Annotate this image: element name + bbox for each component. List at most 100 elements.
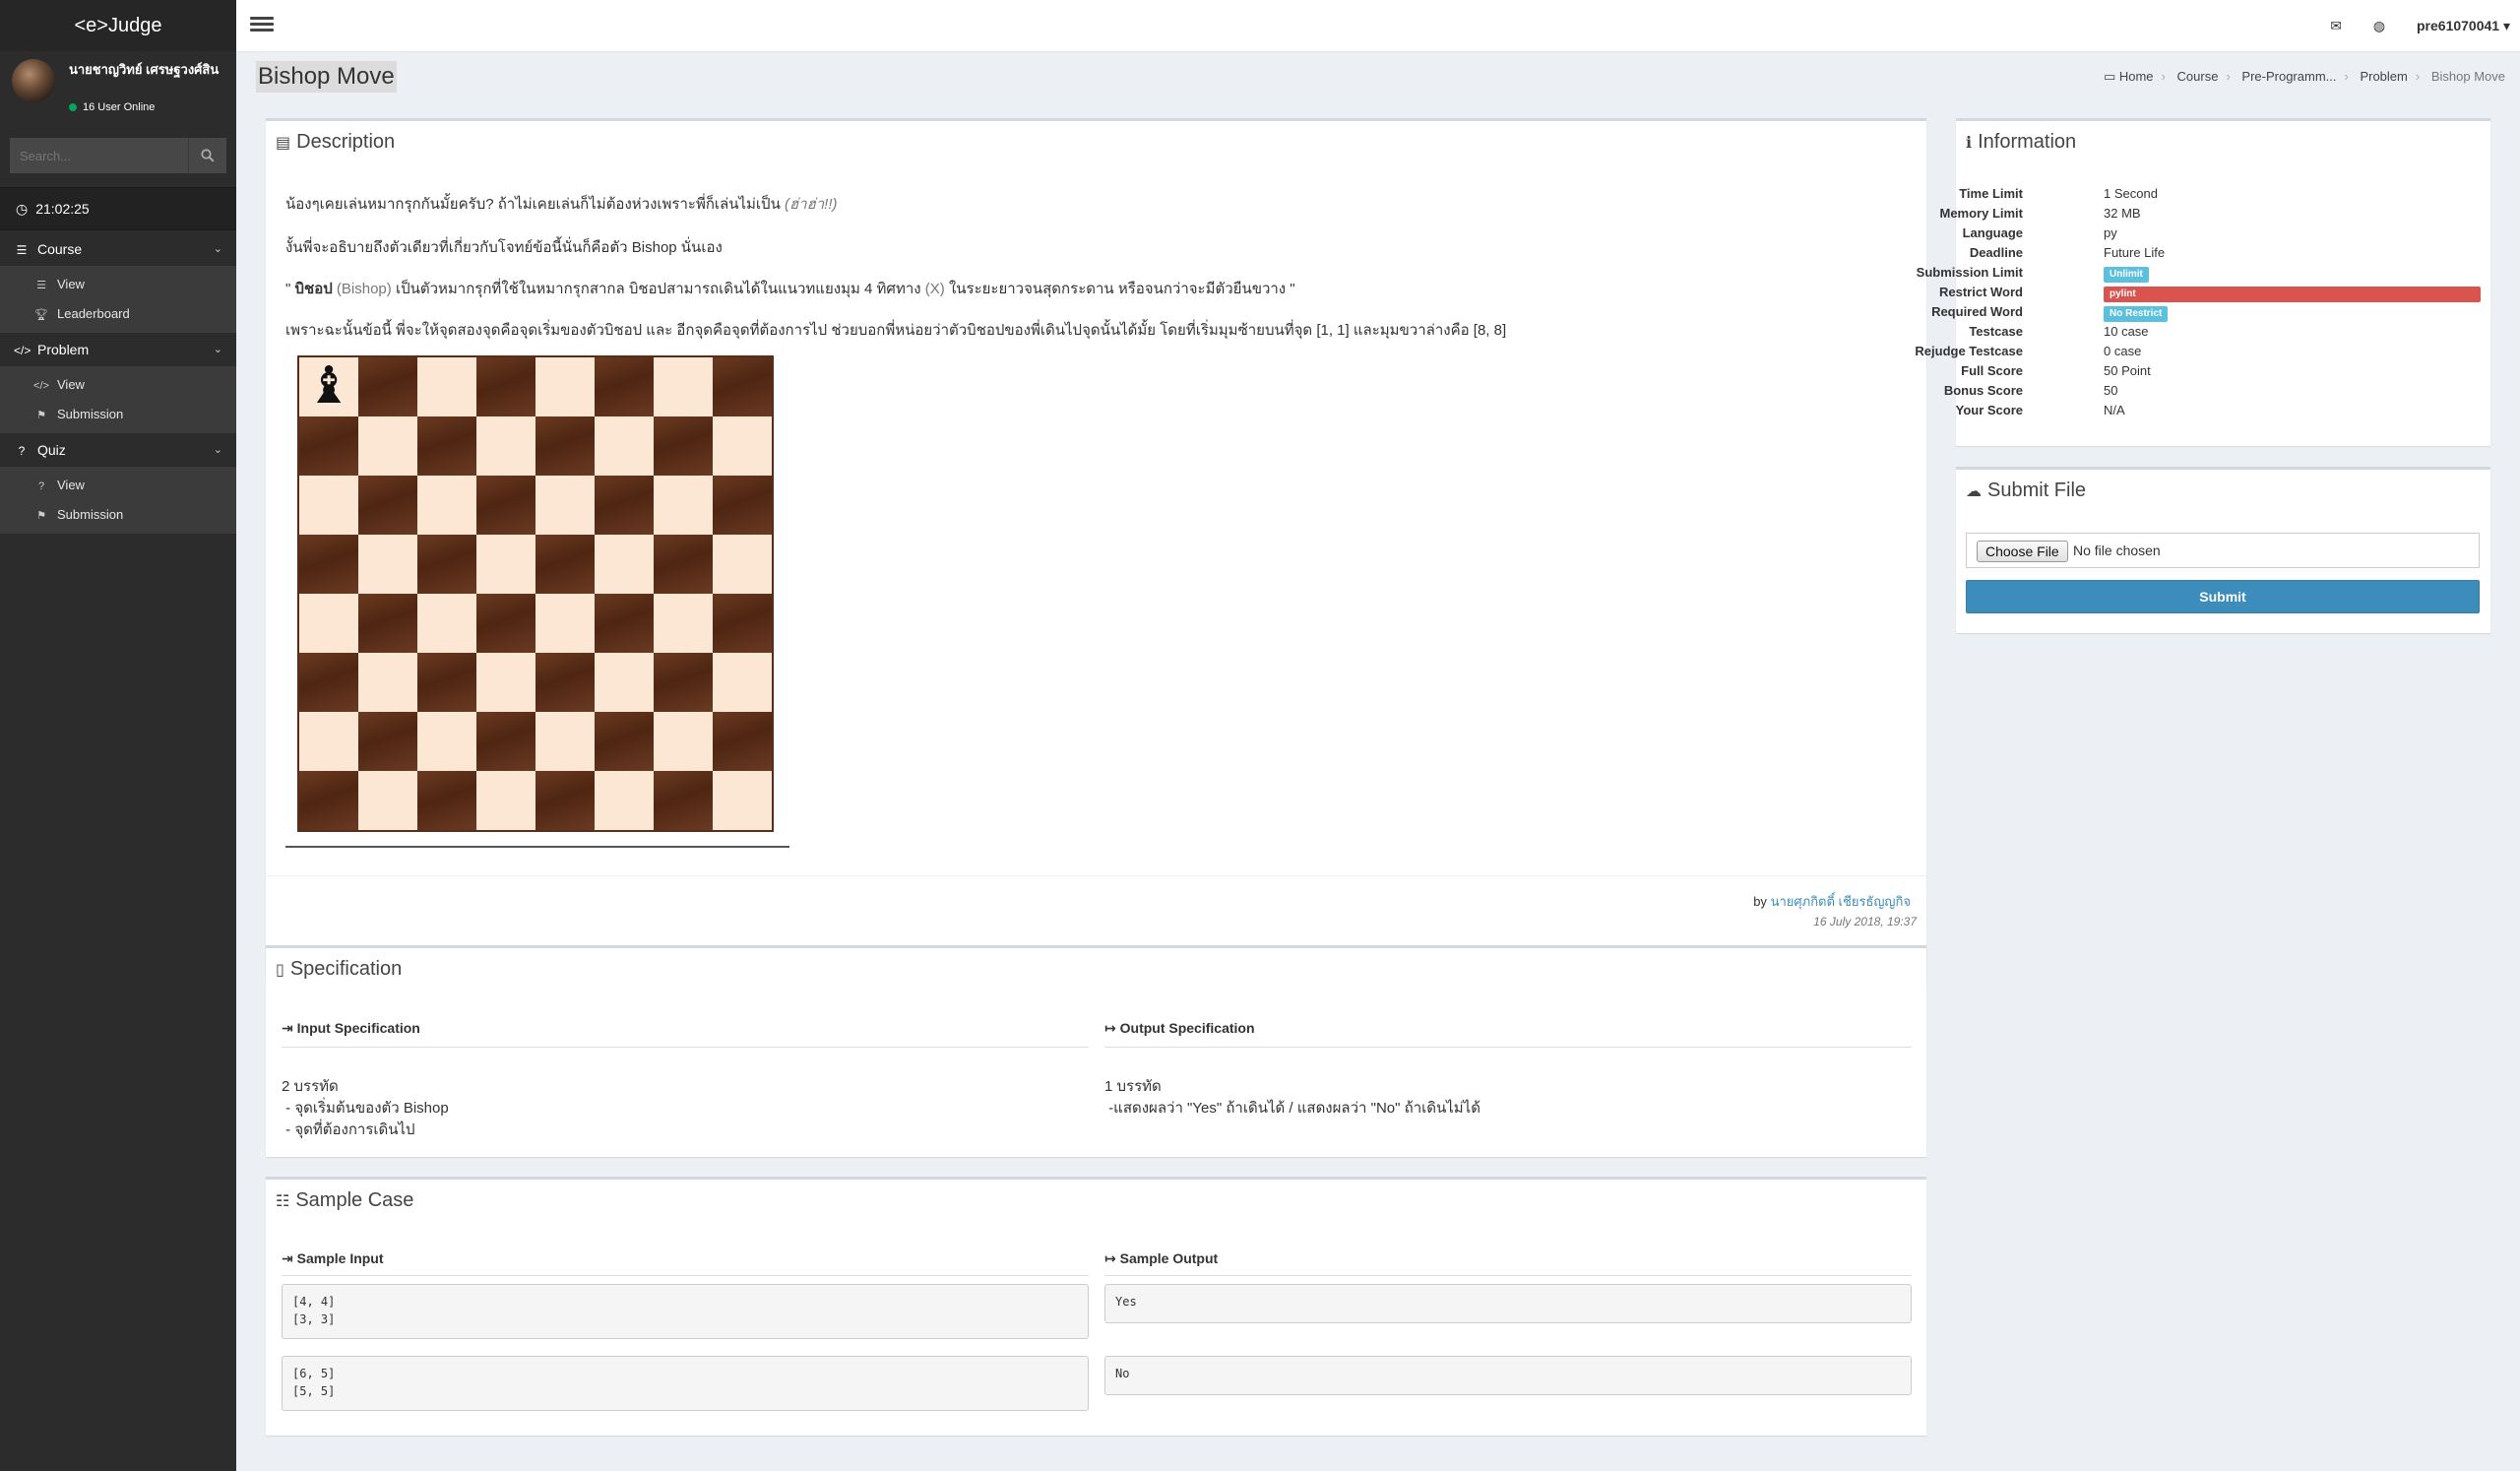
search-input[interactable] <box>10 138 187 173</box>
board-square <box>299 712 358 771</box>
info-label: Submission Limit <box>1916 265 2023 280</box>
description-paragraph-2: งั้นพี่จะอธิบายถึงตัวเดียวที่เกี่ยวกับโจ… <box>285 239 723 256</box>
sidebar-item-quiz-submission[interactable]: ⚑ Submission <box>0 500 236 530</box>
board-square <box>476 712 536 771</box>
board-square <box>595 357 654 416</box>
info-testcase: Testcase 10 case <box>1956 322 2490 342</box>
menu-toggle-icon[interactable] <box>250 14 274 35</box>
board-square <box>476 594 536 653</box>
divider <box>282 1047 1089 1048</box>
board-square <box>536 712 595 771</box>
info-label: Bonus Score <box>1943 383 2023 398</box>
sidebar-menu: ☰ Course ⌄ ☰ View 🏆︎ Leaderboard </> Problem… <box>0 232 236 534</box>
sidebar-item-course-view[interactable]: ☰ View <box>0 270 236 299</box>
board-square <box>299 594 358 653</box>
divider <box>282 1275 1089 1276</box>
sample-output-heading: ↦ Sample Output <box>1104 1250 1218 1267</box>
board-square <box>654 771 713 830</box>
board-square: ♝ <box>299 357 358 416</box>
description-box: ▤ Description น้องๆเคยเล่นหมากรุกกันมั้ยค… <box>266 118 1926 980</box>
sidebar-item-label: Leaderboard <box>57 306 130 321</box>
information-title: Information <box>1978 131 2077 153</box>
board-square <box>476 771 536 830</box>
info-restrict-word: Restrict Word pylint <box>1939 283 2490 302</box>
board-square <box>417 712 476 771</box>
board-square <box>358 357 417 416</box>
info-rejudge-testcase: Rejudge Testcase 0 case <box>1915 342 2490 361</box>
username: pre61070041 <box>2417 18 2500 33</box>
online-count: 16 User Online <box>83 101 156 113</box>
board-square <box>536 594 595 653</box>
board-square <box>713 594 772 653</box>
search-button[interactable] <box>188 138 226 173</box>
board-square <box>417 476 476 535</box>
sidebar-item-leaderboard[interactable]: 🏆︎ Leaderboard <box>0 299 236 329</box>
clock-time: 21:02:25 <box>35 201 90 217</box>
sidebar-item-problem-submission[interactable]: ⚑ Submission <box>0 400 236 429</box>
breadcrumb-problem[interactable]: Problem <box>2360 69 2407 84</box>
board-square <box>654 535 713 594</box>
board-square <box>299 535 358 594</box>
board-square <box>654 476 713 535</box>
submit-file-box: ☁ Submit File Choose File No file chosen … <box>1956 467 2490 633</box>
sidebar-item-label: View <box>57 478 85 492</box>
search-icon <box>201 149 215 162</box>
online-dot-icon <box>69 103 77 112</box>
board-square <box>713 476 772 535</box>
sidebar-item-course[interactable]: ☰ Course ⌄ <box>0 232 236 266</box>
restrict-word-badge: pylint <box>2104 287 2481 302</box>
avatar[interactable] <box>12 59 55 102</box>
board-square <box>595 712 654 771</box>
question-icon: ? <box>18 444 26 458</box>
info-label: Time Limit <box>1959 186 2023 201</box>
sidebar-item-quiz-view[interactable]: ? View <box>0 471 236 500</box>
info-label: Required Word <box>1931 304 2023 319</box>
submit-button[interactable]: Submit <box>1966 580 2480 613</box>
breadcrumb-course[interactable]: Course <box>2177 69 2219 84</box>
board-square <box>654 357 713 416</box>
author-link[interactable]: นายศุภกิตติ์ เชียรธัญญกิจ <box>1771 894 1911 909</box>
board-square <box>476 535 536 594</box>
information-box: ℹ Information Time Limit 1 Second Memory L… <box>1915 118 2490 446</box>
file-input[interactable]: Choose File No file chosen <box>1966 533 2480 568</box>
sidebar-item-problem[interactable]: </> Problem ⌄ <box>0 333 236 366</box>
description-header: ▤ Description <box>266 121 1926 163</box>
board-square <box>358 712 417 771</box>
board-square <box>358 653 417 712</box>
board-square <box>713 416 772 476</box>
file-text-icon: ▯ <box>276 962 284 979</box>
globe-icon[interactable]: ◍ <box>2373 0 2385 51</box>
breadcrumb-course-name[interactable]: Pre-Programm... <box>2241 69 2336 84</box>
board-square <box>536 476 595 535</box>
description-paragraph-4: เพราะฉะนั้นข้อนี้ พี่จะให้จุดสองจุดคือจุ… <box>285 322 1507 339</box>
envelope-icon[interactable]: ✉ <box>2330 0 2342 51</box>
choose-file-button[interactable]: Choose File <box>1977 541 2068 562</box>
input-spec-label: Input Specification <box>296 1020 420 1036</box>
user-menu[interactable]: pre61070041 ▾ <box>2417 0 2510 51</box>
board-square <box>536 416 595 476</box>
info-bonus-score: Bonus Score 50 <box>1944 381 2490 401</box>
main-content: Bishop Move ▭ Home › Course › Pre-Programm… <box>236 51 2520 1471</box>
board-square <box>654 416 713 476</box>
sidebar-item-label: Submission <box>57 507 124 522</box>
info-value: N/A <box>2104 403 2125 417</box>
breadcrumb-home[interactable]: Home <box>2119 69 2154 84</box>
info-memory-limit: Memory Limit 32 MB <box>1939 204 2490 224</box>
board-square <box>299 653 358 712</box>
sample-input-label: Sample Input <box>296 1250 384 1266</box>
description-title: Description <box>296 131 396 153</box>
board-square <box>476 357 536 416</box>
sidebar-item-quiz[interactable]: ? Quiz ⌄ <box>0 433 236 467</box>
sidebar: <e>Judge นายชาญวิทย์ เศรษฐวงศ์สิน 16 Use… <box>0 0 236 1471</box>
info-language: Language py <box>1956 224 2490 243</box>
top-navbar: ✉ ◍ pre61070041 ▾ <box>236 0 2520 52</box>
sidebar-item-problem-view[interactable]: </> View <box>0 370 236 400</box>
app-logo[interactable]: <e>Judge <box>0 0 236 51</box>
breadcrumb-current: Bishop Move <box>2430 69 2505 84</box>
list-icon: ☰ <box>36 280 46 291</box>
board-square <box>654 653 713 712</box>
board-square <box>417 535 476 594</box>
sample-output-2: No <box>1104 1356 1912 1395</box>
board-square <box>358 594 417 653</box>
sign-in-icon: ⇥ <box>282 1020 293 1036</box>
